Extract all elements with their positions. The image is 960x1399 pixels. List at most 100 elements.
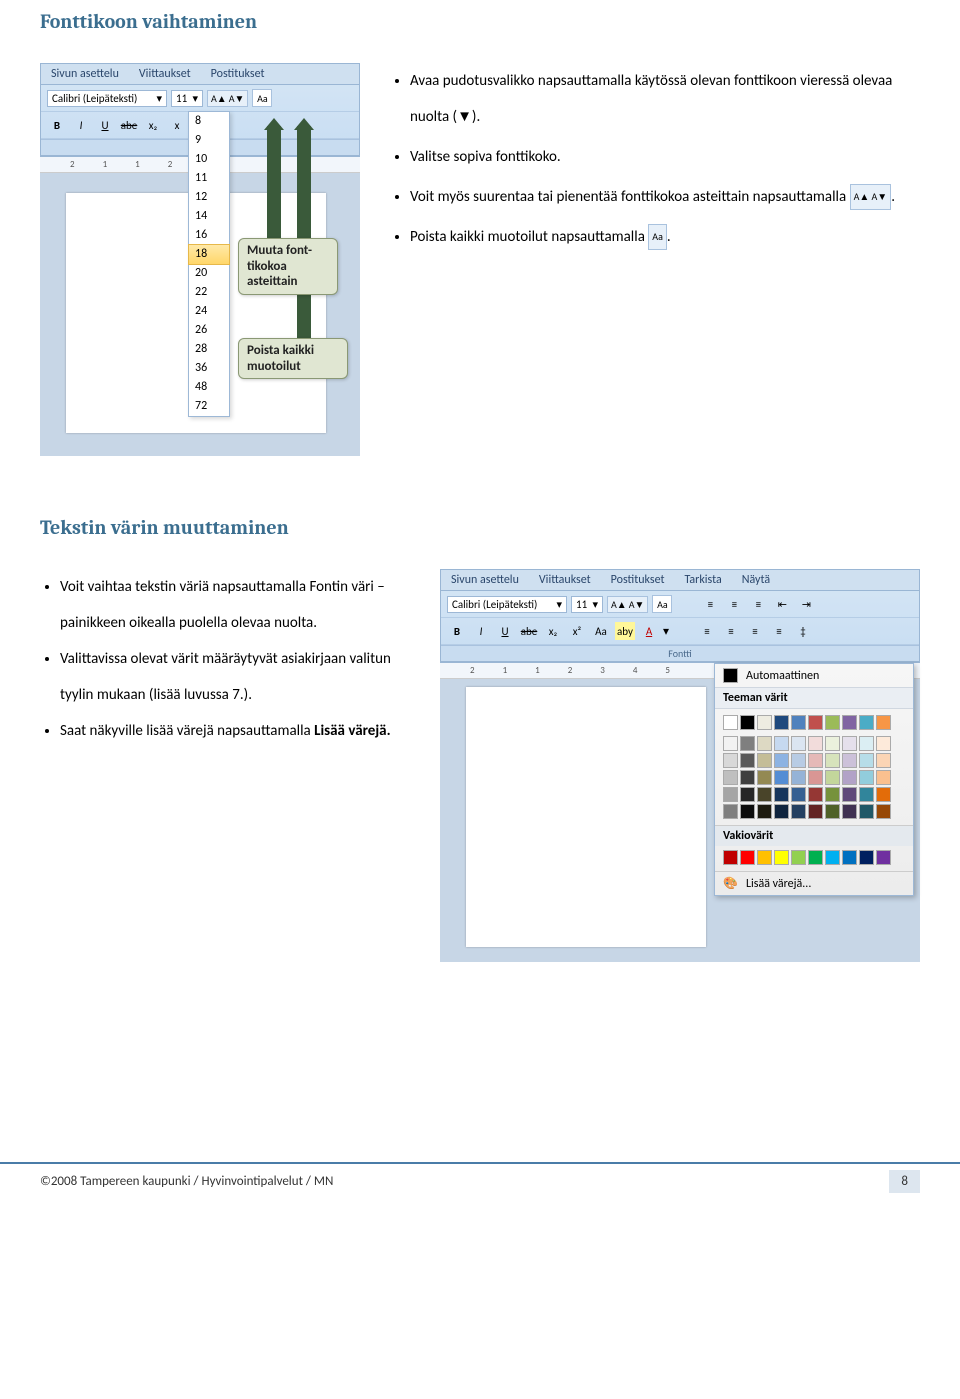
color-swatch[interactable] bbox=[859, 736, 874, 751]
color-swatch[interactable] bbox=[774, 736, 789, 751]
decrease-indent-icon[interactable]: ⇤ bbox=[772, 595, 792, 613]
clear-formatting-button[interactable]: Aa bbox=[652, 595, 672, 613]
color-swatch[interactable] bbox=[842, 753, 857, 768]
size-option[interactable]: 22 bbox=[189, 283, 229, 302]
tab-mailings[interactable]: Postitukset bbox=[601, 570, 675, 590]
color-swatch[interactable] bbox=[740, 715, 755, 730]
color-swatch[interactable] bbox=[757, 753, 772, 768]
color-swatch[interactable] bbox=[876, 753, 891, 768]
color-swatch[interactable] bbox=[740, 753, 755, 768]
color-swatch[interactable] bbox=[757, 787, 772, 802]
color-swatch[interactable] bbox=[842, 736, 857, 751]
grow-shrink-font[interactable]: A▲ A▼ bbox=[607, 596, 648, 613]
color-swatch[interactable] bbox=[859, 850, 874, 865]
color-swatch[interactable] bbox=[859, 787, 874, 802]
color-swatch[interactable] bbox=[825, 804, 840, 819]
color-swatch[interactable] bbox=[876, 770, 891, 785]
size-option[interactable]: 72 bbox=[189, 397, 229, 416]
strike-button[interactable]: abe bbox=[119, 116, 139, 134]
tab-review[interactable]: Tarkista bbox=[675, 570, 732, 590]
color-swatch[interactable] bbox=[723, 787, 738, 802]
underline-button[interactable]: U bbox=[495, 622, 515, 640]
color-swatch[interactable] bbox=[774, 804, 789, 819]
color-swatch[interactable] bbox=[876, 787, 891, 802]
color-swatch[interactable] bbox=[740, 736, 755, 751]
color-swatch[interactable] bbox=[757, 736, 772, 751]
subscript-button[interactable]: x₂ bbox=[143, 116, 163, 134]
color-swatch[interactable] bbox=[774, 770, 789, 785]
grow-font-icon[interactable]: A▲ bbox=[611, 598, 627, 611]
color-swatch[interactable] bbox=[740, 850, 755, 865]
color-swatch[interactable] bbox=[825, 736, 840, 751]
bold-button[interactable]: B bbox=[47, 116, 67, 134]
size-option[interactable]: 10 bbox=[189, 150, 229, 169]
color-swatch[interactable] bbox=[842, 715, 857, 730]
color-swatch[interactable] bbox=[825, 770, 840, 785]
change-case-button[interactable]: Aa bbox=[591, 622, 611, 640]
color-swatch[interactable] bbox=[740, 804, 755, 819]
color-swatch[interactable] bbox=[740, 770, 755, 785]
font-name-dropdown[interactable]: Calibri (Leipäteksti) ▾ bbox=[47, 90, 167, 107]
color-swatch[interactable] bbox=[791, 770, 806, 785]
color-swatch[interactable] bbox=[791, 753, 806, 768]
color-swatch[interactable] bbox=[825, 850, 840, 865]
color-swatch[interactable] bbox=[723, 736, 738, 751]
justify-icon[interactable]: ≡ bbox=[769, 622, 789, 640]
size-option[interactable]: 20 bbox=[189, 264, 229, 283]
align-left-icon[interactable]: ≡ bbox=[697, 622, 717, 640]
font-size-dropdown[interactable]: 11 ▾ bbox=[571, 596, 603, 613]
font-name-dropdown[interactable]: Calibri (Leipäteksti) ▾ bbox=[447, 596, 567, 613]
highlight-button[interactable]: aby bbox=[615, 622, 635, 640]
multilevel-list-icon[interactable]: ≡ bbox=[748, 595, 768, 613]
underline-button[interactable]: U bbox=[95, 116, 115, 134]
color-swatch[interactable] bbox=[876, 850, 891, 865]
tab-references[interactable]: Viittaukset bbox=[129, 64, 201, 84]
size-option[interactable]: 48 bbox=[189, 378, 229, 397]
size-option-selected[interactable]: 18 bbox=[188, 244, 230, 265]
color-swatch[interactable] bbox=[757, 715, 772, 730]
size-option[interactable]: 11 bbox=[189, 169, 229, 188]
color-swatch[interactable] bbox=[723, 804, 738, 819]
font-size-dropdown[interactable]: 11 ▾ bbox=[171, 90, 203, 107]
list-number-icon[interactable]: ≡ bbox=[724, 595, 744, 613]
color-swatch[interactable] bbox=[774, 850, 789, 865]
color-swatch[interactable] bbox=[842, 804, 857, 819]
color-swatch[interactable] bbox=[757, 770, 772, 785]
color-swatch[interactable] bbox=[757, 850, 772, 865]
subscript-button[interactable]: x₂ bbox=[543, 622, 563, 640]
grow-font-icon[interactable]: A▲ bbox=[211, 92, 227, 105]
color-swatch[interactable] bbox=[723, 850, 738, 865]
italic-button[interactable]: I bbox=[471, 622, 491, 640]
color-swatch[interactable] bbox=[808, 787, 823, 802]
size-option[interactable]: 36 bbox=[189, 359, 229, 378]
clear-formatting-button[interactable]: Aa bbox=[252, 89, 272, 107]
color-swatch[interactable] bbox=[876, 804, 891, 819]
align-right-icon[interactable]: ≡ bbox=[745, 622, 765, 640]
color-swatch[interactable] bbox=[842, 787, 857, 802]
superscript-button[interactable]: x² bbox=[567, 622, 587, 640]
font-color-dropdown-arrow[interactable]: ▾ bbox=[663, 624, 669, 638]
line-spacing-icon[interactable]: ‡ bbox=[793, 622, 813, 640]
bold-button[interactable]: B bbox=[447, 622, 467, 640]
tab-page-layout[interactable]: Sivun asettelu bbox=[41, 64, 129, 84]
size-option[interactable]: 12 bbox=[189, 188, 229, 207]
color-swatch[interactable] bbox=[842, 770, 857, 785]
color-swatch[interactable] bbox=[859, 715, 874, 730]
color-swatch[interactable] bbox=[825, 787, 840, 802]
size-option[interactable]: 28 bbox=[189, 340, 229, 359]
color-swatch[interactable] bbox=[825, 715, 840, 730]
color-swatch[interactable] bbox=[791, 787, 806, 802]
tab-mailings[interactable]: Postitukset bbox=[201, 64, 275, 84]
color-swatch[interactable] bbox=[791, 715, 806, 730]
color-swatch[interactable] bbox=[859, 770, 874, 785]
strike-button[interactable]: abe bbox=[519, 622, 539, 640]
size-option[interactable]: 14 bbox=[189, 207, 229, 226]
grow-shrink-font[interactable]: A▲ A▼ bbox=[207, 90, 248, 107]
color-swatch[interactable] bbox=[876, 715, 891, 730]
color-swatch[interactable] bbox=[808, 753, 823, 768]
align-center-icon[interactable]: ≡ bbox=[721, 622, 741, 640]
shrink-font-icon[interactable]: A▼ bbox=[629, 598, 645, 611]
color-automatic[interactable]: Automaattinen bbox=[715, 664, 913, 687]
color-swatch[interactable] bbox=[791, 804, 806, 819]
italic-button[interactable]: I bbox=[71, 116, 91, 134]
